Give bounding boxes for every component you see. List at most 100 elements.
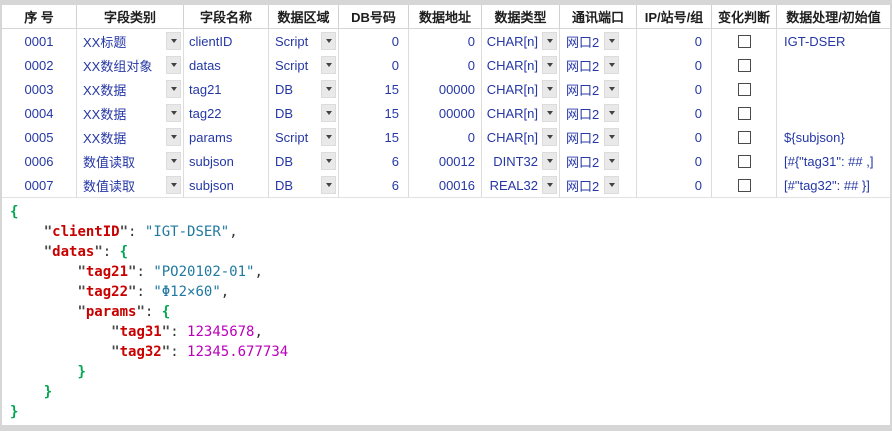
field-category-cell[interactable]: XX标题 <box>77 29 184 53</box>
ip-station-group-cell[interactable]: 0 <box>637 149 712 173</box>
data-area-cell[interactable]: Script <box>269 53 339 77</box>
chevron-down-icon[interactable] <box>604 56 619 74</box>
change-detect-checkbox[interactable] <box>738 107 751 120</box>
data-address-cell[interactable]: 0 <box>409 29 482 53</box>
ip-station-group-cell[interactable]: 0 <box>637 77 712 101</box>
init-value-cell[interactable]: [#{"tag31": ## ,] <box>777 149 890 173</box>
change-detect-cell[interactable] <box>712 149 777 173</box>
field-name-cell[interactable]: clientID <box>184 29 269 53</box>
field-name-cell[interactable]: datas <box>184 53 269 77</box>
change-detect-cell[interactable] <box>712 101 777 125</box>
comm-port-cell[interactable]: 网口2 <box>560 125 637 149</box>
data-area-cell[interactable]: DB <box>269 149 339 173</box>
db-number-cell[interactable]: 15 <box>339 101 409 125</box>
chevron-down-icon[interactable] <box>604 80 619 98</box>
change-detect-cell[interactable] <box>712 125 777 149</box>
chevron-down-icon[interactable] <box>542 32 557 50</box>
chevron-down-icon[interactable] <box>321 176 336 194</box>
db-number-cell[interactable]: 15 <box>339 125 409 149</box>
chevron-down-icon[interactable] <box>542 128 557 146</box>
change-detect-cell[interactable] <box>712 53 777 77</box>
change-detect-checkbox[interactable] <box>738 155 751 168</box>
chevron-down-icon[interactable] <box>542 152 557 170</box>
db-number-cell[interactable]: 6 <box>339 173 409 197</box>
data-area-cell[interactable]: DB <box>269 101 339 125</box>
chevron-down-icon[interactable] <box>166 176 181 194</box>
ip-station-group-cell[interactable]: 0 <box>637 173 712 197</box>
data-type-cell[interactable]: CHAR[n] <box>482 101 560 125</box>
data-area-cell[interactable]: Script <box>269 29 339 53</box>
chevron-down-icon[interactable] <box>166 128 181 146</box>
change-detect-checkbox[interactable] <box>738 35 751 48</box>
chevron-down-icon[interactable] <box>542 80 557 98</box>
chevron-down-icon[interactable] <box>321 56 336 74</box>
ip-station-group-cell[interactable]: 0 <box>637 101 712 125</box>
field-category-cell[interactable]: 数值读取 <box>77 173 184 197</box>
db-number-cell[interactable]: 0 <box>339 53 409 77</box>
field-category-cell[interactable]: XX数组对象 <box>77 53 184 77</box>
chevron-down-icon[interactable] <box>604 176 619 194</box>
comm-port-cell[interactable]: 网口2 <box>560 29 637 53</box>
field-name-cell[interactable]: params <box>184 125 269 149</box>
field-name-cell[interactable]: subjson <box>184 173 269 197</box>
chevron-down-icon[interactable] <box>166 32 181 50</box>
db-number-cell[interactable]: 0 <box>339 29 409 53</box>
field-category-cell[interactable]: XX数据 <box>77 77 184 101</box>
comm-port-cell[interactable]: 网口2 <box>560 173 637 197</box>
chevron-down-icon[interactable] <box>321 152 336 170</box>
db-number-cell[interactable]: 6 <box>339 149 409 173</box>
chevron-down-icon[interactable] <box>166 104 181 122</box>
field-category-cell[interactable]: XX数据 <box>77 125 184 149</box>
change-detect-checkbox[interactable] <box>738 131 751 144</box>
data-address-cell[interactable]: 00000 <box>409 101 482 125</box>
data-area-cell[interactable]: DB <box>269 173 339 197</box>
data-type-cell[interactable]: CHAR[n] <box>482 77 560 101</box>
change-detect-cell[interactable] <box>712 173 777 197</box>
comm-port-cell[interactable]: 网口2 <box>560 77 637 101</box>
data-address-cell[interactable]: 0 <box>409 53 482 77</box>
change-detect-cell[interactable] <box>712 77 777 101</box>
field-category-cell[interactable]: 数值读取 <box>77 149 184 173</box>
init-value-cell[interactable] <box>777 77 890 101</box>
data-area-cell[interactable]: DB <box>269 77 339 101</box>
init-value-cell[interactable]: IGT-DSER <box>777 29 890 53</box>
init-value-cell[interactable] <box>777 101 890 125</box>
chevron-down-icon[interactable] <box>321 80 336 98</box>
data-type-cell[interactable]: CHAR[n] <box>482 29 560 53</box>
data-address-cell[interactable]: 00012 <box>409 149 482 173</box>
data-area-cell[interactable]: Script <box>269 125 339 149</box>
change-detect-checkbox[interactable] <box>738 83 751 96</box>
comm-port-cell[interactable]: 网口2 <box>560 101 637 125</box>
field-name-cell[interactable]: tag22 <box>184 101 269 125</box>
chevron-down-icon[interactable] <box>604 128 619 146</box>
init-value-cell[interactable]: ${subjson} <box>777 125 890 149</box>
chevron-down-icon[interactable] <box>542 176 557 194</box>
data-address-cell[interactable]: 00016 <box>409 173 482 197</box>
chevron-down-icon[interactable] <box>166 56 181 74</box>
chevron-down-icon[interactable] <box>321 128 336 146</box>
chevron-down-icon[interactable] <box>542 56 557 74</box>
change-detect-checkbox[interactable] <box>738 59 751 72</box>
chevron-down-icon[interactable] <box>166 80 181 98</box>
db-number-cell[interactable]: 15 <box>339 77 409 101</box>
ip-station-group-cell[interactable]: 0 <box>637 125 712 149</box>
comm-port-cell[interactable]: 网口2 <box>560 149 637 173</box>
data-type-cell[interactable]: REAL32 <box>482 173 560 197</box>
chevron-down-icon[interactable] <box>604 104 619 122</box>
data-type-cell[interactable]: CHAR[n] <box>482 53 560 77</box>
chevron-down-icon[interactable] <box>166 152 181 170</box>
data-type-cell[interactable]: DINT32 <box>482 149 560 173</box>
chevron-down-icon[interactable] <box>321 104 336 122</box>
change-detect-checkbox[interactable] <box>738 179 751 192</box>
field-name-cell[interactable]: subjson <box>184 149 269 173</box>
data-type-cell[interactable]: CHAR[n] <box>482 125 560 149</box>
change-detect-cell[interactable] <box>712 29 777 53</box>
init-value-cell[interactable] <box>777 53 890 77</box>
ip-station-group-cell[interactable]: 0 <box>637 29 712 53</box>
init-value-cell[interactable]: [#"tag32": ## }] <box>777 173 890 197</box>
ip-station-group-cell[interactable]: 0 <box>637 53 712 77</box>
comm-port-cell[interactable]: 网口2 <box>560 53 637 77</box>
chevron-down-icon[interactable] <box>321 32 336 50</box>
data-address-cell[interactable]: 00000 <box>409 77 482 101</box>
field-category-cell[interactable]: XX数据 <box>77 101 184 125</box>
